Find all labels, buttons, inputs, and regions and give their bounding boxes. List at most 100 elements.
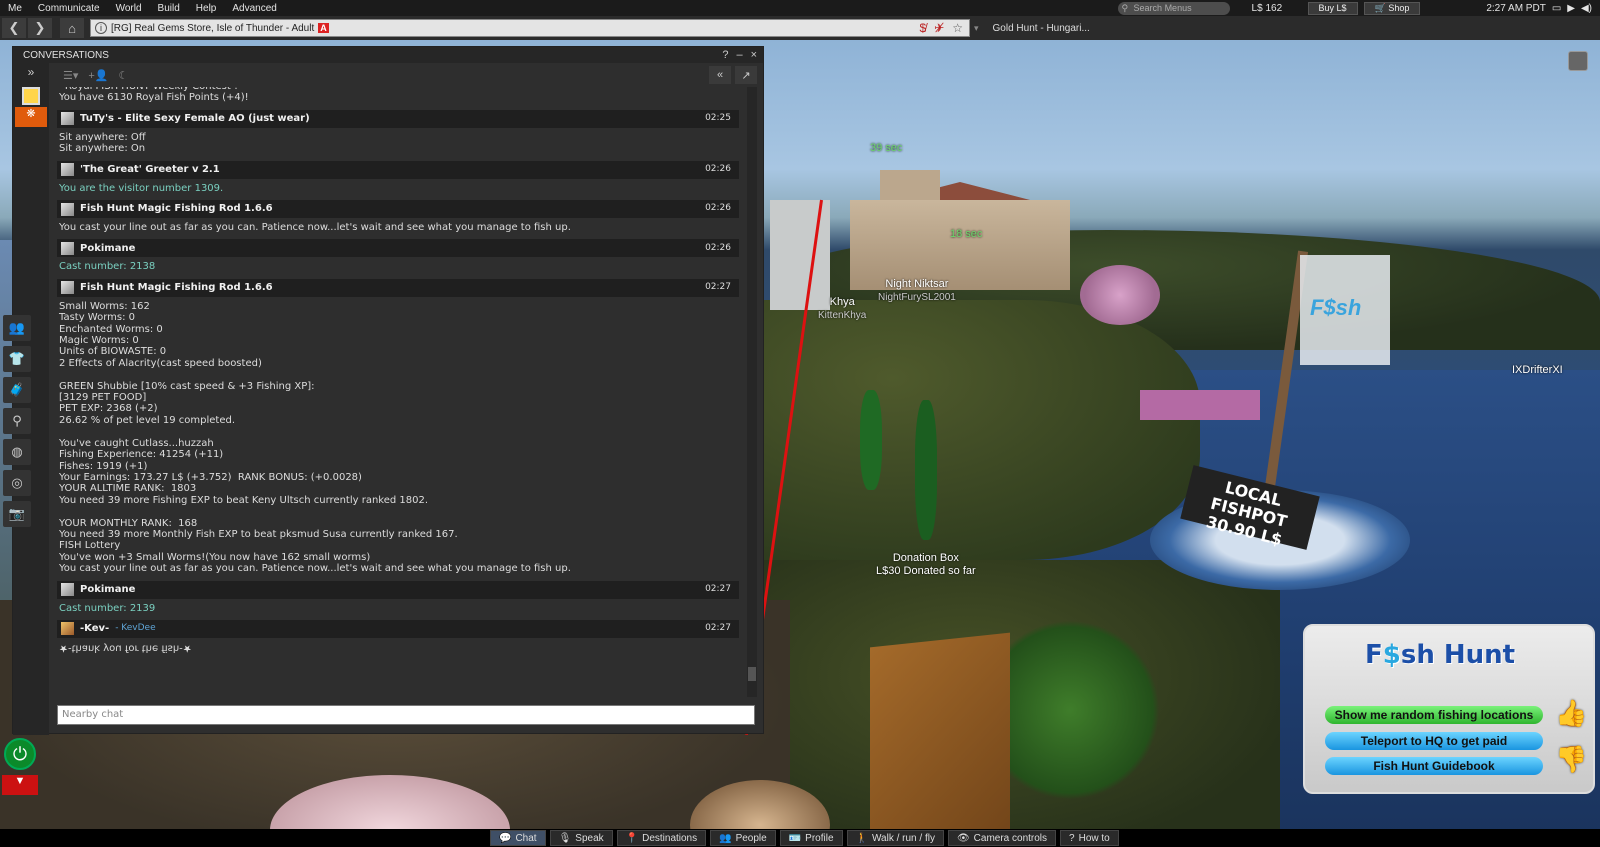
thumbs-down-icon[interactable]: 👎 bbox=[1555, 744, 1587, 776]
conversations-titlebar[interactable]: CONVERSATIONS ? – × bbox=[13, 47, 763, 63]
message-sender[interactable]: Fish Hunt Magic Fishing Rod 1.6.6 bbox=[80, 282, 273, 293]
expand-list-button[interactable]: » bbox=[15, 65, 47, 85]
menu-me[interactable]: Me bbox=[0, 3, 30, 14]
monitor-icon[interactable]: ▭ bbox=[1552, 3, 1561, 14]
walking-person-icon: 🚶 bbox=[855, 832, 868, 844]
message-sender[interactable]: TuTy's - Elite Sexy Female AO (just wear… bbox=[80, 113, 310, 124]
search-menus-input[interactable]: ⚲ Search Menus bbox=[1117, 1, 1230, 15]
chat-line: Enchanted Worms: 0 bbox=[59, 323, 163, 335]
favorites-tab[interactable]: Gold Hunt - Hungari... bbox=[993, 23, 1090, 34]
chat-scrollbar[interactable] bbox=[747, 87, 757, 697]
donation-amount: L$30 Donated so far bbox=[876, 565, 976, 577]
message-time: 02:25 bbox=[705, 113, 731, 124]
speak-label: Speak bbox=[575, 832, 604, 844]
message-header[interactable]: Pokimane 02:26 bbox=[57, 239, 739, 258]
menu-world[interactable]: World bbox=[108, 3, 150, 14]
tear-off-button[interactable]: ↗ bbox=[735, 66, 757, 84]
menu-build[interactable]: Build bbox=[150, 3, 188, 14]
message-header[interactable]: -Kev- - KevDee 02:27 bbox=[57, 619, 739, 638]
shop-button[interactable]: 🛒 Shop bbox=[1363, 1, 1421, 15]
message-sender[interactable]: -Kev- bbox=[80, 623, 109, 634]
speak-button[interactable]: 🎙 Speak bbox=[549, 830, 613, 846]
how-to-button[interactable]: ? How to bbox=[1060, 830, 1119, 846]
play-icon[interactable]: ▶ bbox=[1567, 3, 1575, 14]
inventory-toolbar-button[interactable]: 🧳 bbox=[3, 377, 31, 403]
scene-grass bbox=[760, 300, 1200, 560]
back-button[interactable]: ❮ bbox=[2, 18, 26, 38]
power-icon[interactable]: ⏻ bbox=[4, 738, 36, 770]
avatar-username: KittenKhya bbox=[818, 310, 867, 321]
people-button[interactable]: 👥 People bbox=[710, 830, 776, 846]
message-sender[interactable]: Fish Hunt Magic Fishing Rod 1.6.6 bbox=[80, 203, 273, 214]
avatar-tag-night[interactable]: Night Niktsar NightFurySL2001 bbox=[878, 278, 956, 304]
menu-help[interactable]: Help bbox=[188, 3, 225, 14]
message-sender[interactable]: Pokimane bbox=[80, 584, 135, 595]
camera-controls-button[interactable]: 👁 Camera controls bbox=[947, 830, 1057, 846]
minimize-button[interactable]: – bbox=[736, 49, 742, 61]
location-dropdown-icon[interactable]: ▾ bbox=[974, 23, 979, 34]
message-header[interactable]: Pokimane 02:27 bbox=[57, 580, 739, 599]
profile-button[interactable]: 🪪 Profile bbox=[779, 830, 843, 846]
chat-button[interactable]: 💬 Chat bbox=[490, 830, 546, 846]
buy-linden-button[interactable]: Buy L$ bbox=[1307, 1, 1358, 15]
chat-label: Chat bbox=[515, 832, 537, 844]
close-button[interactable]: × bbox=[751, 49, 757, 61]
volume-icon[interactable]: ◀) bbox=[1581, 3, 1592, 14]
chat-line: You've won +3 Small Worms!(You now have … bbox=[59, 551, 371, 563]
menu-communicate[interactable]: Communicate bbox=[30, 3, 108, 14]
options-menu-icon[interactable]: ☰▾ bbox=[63, 69, 78, 82]
people-icon: 👥 bbox=[8, 320, 26, 335]
info-icon[interactable]: i bbox=[95, 22, 107, 34]
collapse-button[interactable]: « bbox=[709, 66, 731, 84]
object-cube-icon bbox=[61, 112, 74, 126]
nearby-chat-tab[interactable] bbox=[22, 87, 40, 105]
message-sender[interactable]: 'The Great' Greeter v 2.1 bbox=[80, 164, 220, 175]
search-icon: ⚲ bbox=[1121, 2, 1129, 13]
chevron-down-icon[interactable]: ▼ bbox=[2, 775, 38, 795]
search-menus-placeholder: Search Menus bbox=[1133, 3, 1192, 13]
group-chat-tab[interactable]: ❋ bbox=[15, 107, 47, 127]
avatar-tag-ixdrifter[interactable]: IXDrifterXI bbox=[1512, 364, 1563, 377]
message-sender[interactable]: Pokimane bbox=[80, 243, 135, 254]
location-text: [RG] Real Gems Store, Isle of Thunder - … bbox=[111, 22, 315, 34]
people-toolbar-button[interactable]: 👥 bbox=[3, 315, 31, 341]
teleport-hq-button[interactable]: Teleport to HQ to get paid bbox=[1325, 732, 1543, 750]
map-toolbar-button[interactable]: ◍ bbox=[3, 439, 31, 465]
search-toolbar-button[interactable]: ⚲ bbox=[3, 408, 31, 434]
message-header[interactable]: TuTy's - Elite Sexy Female AO (just wear… bbox=[57, 109, 739, 128]
message-header[interactable]: 'The Great' Greeter v 2.1 02:26 bbox=[57, 160, 739, 179]
back-arrow-icon: ❮ bbox=[8, 20, 20, 35]
chat-input-placeholder: Nearby chat bbox=[62, 709, 124, 720]
favorite-star-icon[interactable]: ☆ bbox=[952, 21, 963, 35]
forward-button[interactable]: ❯ bbox=[28, 18, 52, 38]
home-button[interactable]: ⌂ bbox=[60, 18, 84, 38]
nearby-chat-input[interactable]: Nearby chat bbox=[57, 705, 755, 725]
snapshot-toolbar-button[interactable]: 📷 bbox=[3, 501, 31, 527]
chat-history[interactable]: ' Royal FISH HUNT Weekly Contest !You ha… bbox=[57, 87, 739, 697]
location-bar[interactable]: i [RG] Real Gems Store, Isle of Thunder … bbox=[90, 19, 970, 37]
chat-line: Units of BIOWASTE: 0 bbox=[59, 346, 167, 358]
menu-advanced[interactable]: Advanced bbox=[224, 3, 284, 14]
radar-toolbar-button[interactable]: ◎ bbox=[3, 470, 31, 496]
scroll-thumb[interactable] bbox=[748, 667, 756, 681]
message-header[interactable]: Fish Hunt Magic Fishing Rod 1.6.6 02:26 bbox=[57, 200, 739, 219]
message-username[interactable]: - KevDee bbox=[115, 623, 155, 634]
chat-line: Cast number: 2139 bbox=[59, 602, 156, 614]
help-button[interactable]: ? bbox=[722, 49, 728, 61]
camera-view-icon[interactable] bbox=[1568, 51, 1588, 71]
guidebook-button[interactable]: Fish Hunt Guidebook bbox=[1325, 757, 1543, 775]
walk-run-fly-button[interactable]: 🚶 Walk / run / fly bbox=[846, 830, 944, 846]
message-time: 02:27 bbox=[705, 623, 731, 634]
message-header[interactable]: Fish Hunt Magic Fishing Rod 1.6.6 02:27 bbox=[57, 278, 739, 297]
avatar-tag-khya[interactable]: Khya KittenKhya bbox=[818, 296, 866, 322]
add-participant-icon[interactable]: +👤 bbox=[88, 69, 108, 82]
balance-label[interactable]: L$ 162 bbox=[1252, 3, 1302, 14]
destinations-button[interactable]: 📍 Destinations bbox=[616, 830, 707, 846]
moon-icon[interactable]: ☾ bbox=[119, 69, 129, 82]
appearance-toolbar-button[interactable]: 👕 bbox=[3, 346, 31, 372]
chat-line: Fishing Experience: 41254 (+11) bbox=[59, 449, 224, 461]
chat-line: Sit anywhere: On bbox=[59, 143, 146, 155]
random-locations-button[interactable]: Show me random fishing locations bbox=[1325, 706, 1543, 724]
thumbs-up-icon[interactable]: 👍 bbox=[1555, 698, 1587, 730]
donation-box[interactable] bbox=[870, 632, 1010, 847]
